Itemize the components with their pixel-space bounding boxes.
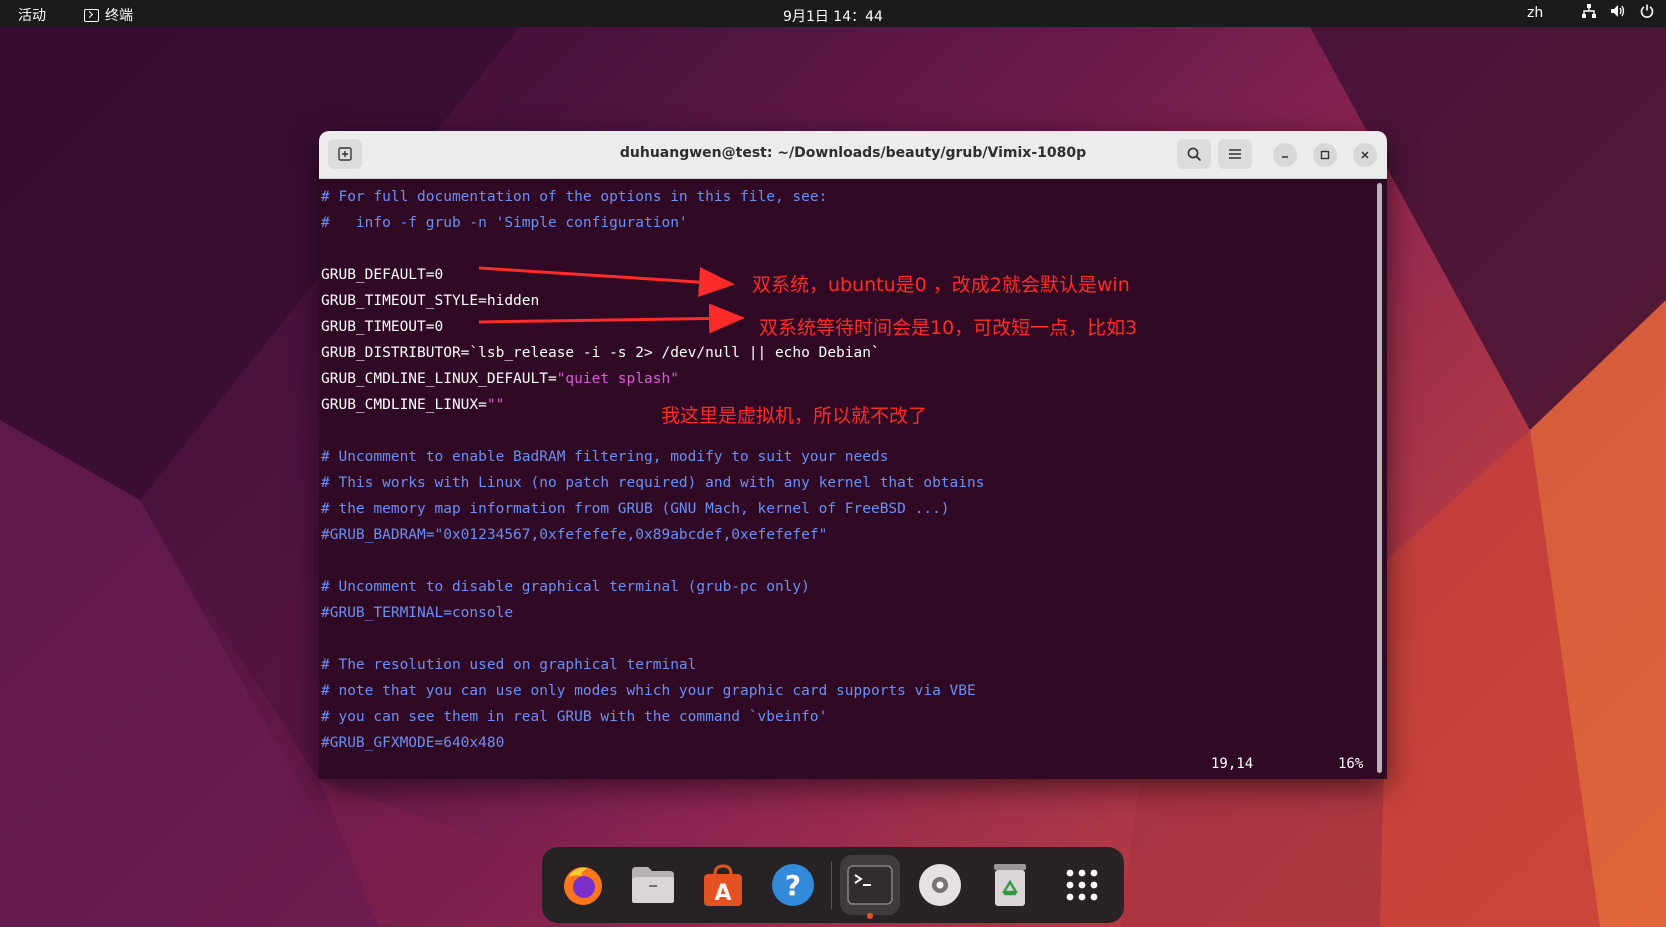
files-icon (632, 867, 674, 903)
search-button[interactable] (1177, 139, 1211, 169)
editor-line: # This works with Linux (no patch requir… (321, 475, 985, 491)
annotation-note-vm: 我这里是虚拟机，所以就不改了 (661, 405, 928, 427)
terminal-icon (847, 865, 893, 905)
editor-line: GRUB_DISTRIBUTOR=`lsb_release -i -s 2> /… (321, 345, 880, 361)
maximize-icon (1320, 150, 1330, 160)
search-icon (1187, 147, 1201, 161)
top-bar: 活动 终端 9月1日 14：44 zh (0, 0, 1666, 27)
scrollbar[interactable] (1377, 183, 1382, 773)
app-name: 终端 (105, 8, 133, 24)
minimize-button[interactable] (1273, 143, 1297, 167)
editor-line: # note that you can use only modes which… (321, 683, 976, 699)
input-language[interactable]: zh (1527, 5, 1543, 21)
menu-button[interactable] (1218, 139, 1252, 169)
app-center-icon: A (704, 864, 742, 906)
power-icon (1640, 4, 1654, 18)
arrow-to-grub-default (478, 266, 735, 298)
clock[interactable]: 9月1日 14：44 (783, 9, 883, 25)
editor-line: GRUB_TIMEOUT_STYLE=hidden (321, 293, 540, 309)
arrow-to-grub-timeout (478, 303, 745, 334)
editor-line: GRUB_CMDLINE_LINUX_DEFAULT="quiet splash… (321, 366, 679, 392)
show-apps-icon (1066, 869, 1098, 901)
dock-files[interactable] (623, 855, 683, 915)
app-menu[interactable]: 终端 (84, 5, 133, 25)
editor-line: GRUB_TIMEOUT=0 (321, 319, 444, 335)
dock-terminal[interactable] (840, 855, 900, 919)
terminal-mini-icon (84, 8, 99, 22)
volume-icon (1611, 5, 1625, 17)
close-button[interactable] (1353, 143, 1377, 167)
disc-icon (919, 864, 961, 906)
help-icon: ? (772, 864, 814, 906)
close-icon (1361, 151, 1369, 159)
network-icon (1582, 4, 1596, 18)
dock-app-center[interactable]: A (693, 855, 753, 915)
editor-key: GRUB_CMDLINE_LINUX= (321, 397, 487, 413)
minimize-icon (1282, 156, 1288, 158)
system-tray[interactable] (1582, 4, 1654, 18)
editor-line: # For full documentation of the options … (321, 189, 828, 205)
window-titlebar[interactable]: duhuangwen@test: ~/Downloads/beauty/grub… (319, 131, 1387, 179)
cursor-position: 19,14 (1211, 756, 1254, 772)
firefox-icon (564, 867, 602, 905)
editor-line: #GRUB_TERMINAL=console (321, 605, 514, 621)
editor-line: # Uncomment to disable graphical termina… (321, 579, 810, 595)
scroll-percent: 16% (1338, 756, 1364, 772)
maximize-button[interactable] (1313, 143, 1337, 167)
editor-line: GRUB_DEFAULT=0 (321, 267, 444, 283)
editor-line: GRUB_CMDLINE_LINUX="" (321, 392, 504, 418)
dock: A ? (542, 847, 1124, 923)
editor-line: # info -f grub -n 'Simple configuration' (321, 215, 688, 231)
dock-firefox[interactable] (553, 855, 613, 915)
dock-separator (831, 861, 832, 909)
dock-trash[interactable] (980, 855, 1040, 915)
editor-line: # the memory map information from GRUB (… (321, 501, 950, 517)
running-indicator (867, 913, 873, 919)
annotation-note-default: 双系统，ubuntu是0 ，改成2就会默认是win (752, 274, 1130, 296)
terminal-window[interactable]: duhuangwen@test: ~/Downloads/beauty/grub… (319, 131, 1387, 779)
editor-line: # Uncomment to enable BadRAM filtering, … (321, 449, 889, 465)
editor-line: #GRUB_GFXMODE=640x480 (321, 735, 505, 751)
svg-text:?: ? (785, 869, 801, 902)
editor-line: #GRUB_BADRAM="0x01234567,0xfefefefe,0x89… (321, 527, 828, 543)
editor-string: "" (486, 397, 505, 413)
dock-help[interactable]: ? (763, 855, 823, 915)
svg-text:A: A (714, 881, 731, 906)
annotation-note-timeout: 双系统等待时间会是10，可改短一点，比如3 (759, 317, 1138, 339)
terminal-content[interactable]: # For full documentation of the options … (319, 178, 1377, 779)
editor-line: # The resolution used on graphical termi… (321, 657, 697, 673)
trash-icon (994, 864, 1026, 906)
dock-show-apps[interactable] (1052, 855, 1112, 915)
editor-string: "quiet splash" (556, 371, 679, 387)
activities-button[interactable]: 活动 (18, 5, 46, 25)
editor-key: GRUB_CMDLINE_LINUX_DEFAULT= (321, 371, 557, 387)
editor-line: # you can see them in real GRUB with the… (321, 709, 828, 725)
dock-disc[interactable] (910, 855, 970, 915)
hamburger-menu-icon (1229, 149, 1241, 159)
